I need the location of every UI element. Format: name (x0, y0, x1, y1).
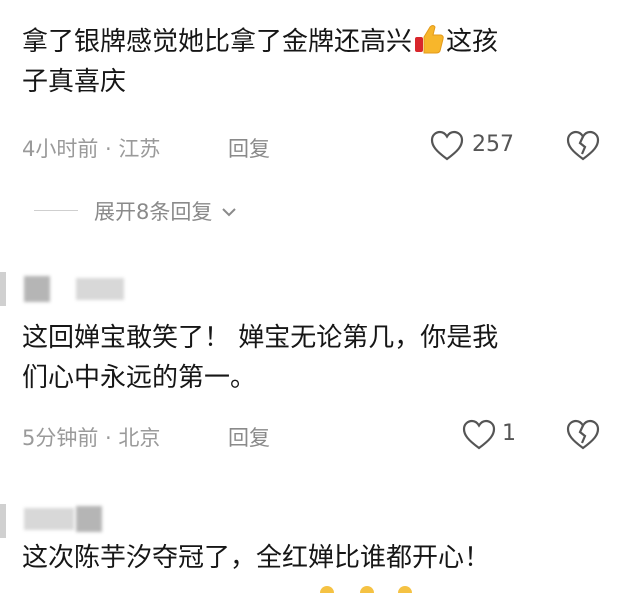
expand-replies-button[interactable]: 展开8条回复 (94, 196, 237, 226)
username-redacted[interactable] (24, 508, 74, 530)
broken-heart-icon (566, 130, 600, 166)
comment-3-text: 这次陈芋汐夺冠了，全红婵比谁都开心！ (22, 538, 618, 578)
comment-2-line2: 们心中永远的第一。 (22, 363, 257, 393)
comment-2-meta: 5分钟前 · 北京 (22, 426, 161, 450)
comment-1-meta: 4小时前 · 江苏 (22, 137, 161, 161)
comment-1-reply-button[interactable]: 回复 (228, 133, 270, 163)
comment-1-line1: 拿了银牌感觉她比拿了金牌还高兴 (22, 27, 413, 57)
comment-1-line1-end: 这孩 (446, 27, 499, 57)
thumbs-up-emoji-icon (412, 22, 446, 56)
broken-heart-icon (566, 419, 600, 455)
expand-divider (34, 210, 78, 211)
comment-1-dislike-button[interactable] (566, 130, 600, 166)
avatar-edge (0, 272, 6, 306)
chevron-down-icon (221, 203, 237, 222)
expand-replies-label: 展开8条回复 (94, 200, 213, 224)
username-redacted[interactable] (76, 278, 124, 300)
avatar[interactable] (76, 506, 102, 532)
comment-1-line2: 子真喜庆 (22, 67, 127, 97)
emoji-icon (360, 586, 374, 593)
comment-1-like-count: 257 (472, 132, 514, 157)
comment-2-text: 这回婵宝敢笑了！ 婵宝无论第几，你是我 们心中永远的第一。 (22, 318, 618, 398)
cutoff-emoji-row (320, 586, 420, 593)
avatar[interactable] (24, 276, 50, 302)
comment-2-reply-button[interactable]: 回复 (228, 422, 270, 452)
heart-outline-icon (430, 130, 464, 166)
comment-2-like-count: 1 (502, 421, 516, 446)
heart-outline-icon (462, 419, 496, 455)
avatar-edge (0, 504, 6, 538)
comment-2-line1: 这回婵宝敢笑了！ 婵宝无论第几，你是我 (22, 323, 499, 353)
emoji-icon (398, 586, 412, 593)
emoji-icon (320, 586, 334, 593)
comment-3-line1: 这次陈芋汐夺冠了，全红婵比谁都开心！ (22, 543, 491, 573)
comment-2-dislike-button[interactable] (566, 419, 600, 455)
comment-1-text: 拿了银牌感觉她比拿了金牌还高兴 这孩 子真喜庆 (22, 22, 618, 102)
